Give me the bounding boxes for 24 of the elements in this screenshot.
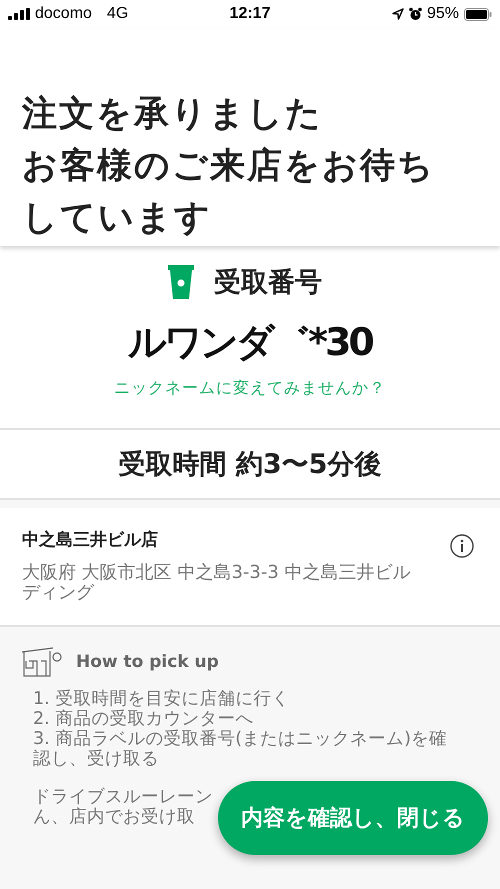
pickup-number-label: 受取番号 (214, 266, 322, 300)
pickup-step: 1. 受取時間を目安に店舗に行く (33, 689, 463, 709)
carrier-name: docomo (35, 5, 92, 23)
store-name: 中之島三井ビル店 (22, 529, 159, 551)
cup-icon (168, 265, 194, 299)
battery-icon (464, 8, 492, 20)
location-arrow-icon (392, 8, 404, 20)
drive-through-note: ドライブスルーレーン ん、店内でお受け取 (33, 787, 213, 827)
order-confirmed-title: 注文を承りました お客様のご来店をお待ち しています (22, 93, 436, 240)
clock-time: 12:17 (230, 5, 270, 23)
signal-icon (8, 8, 30, 20)
pickup-step: 3. 商品ラベルの受取番号(またはニックネーム)を確認し、受け取る (33, 729, 463, 769)
battery-percent: 95% (426, 5, 459, 23)
nickname-link[interactable]: ニックネームに変えてみませんか？ (114, 378, 386, 399)
pickup-time: 受取時間 約3〜5分後 (118, 448, 382, 482)
pickup-number: ルワンダ゛*30 (128, 319, 372, 366)
network-type: 4G (106, 5, 128, 23)
pickup-step: 2. 商品の受取カウンターへ (33, 709, 463, 729)
info-icon[interactable] (450, 534, 474, 558)
how-to-pick-up-heading: How to pick up (76, 652, 219, 672)
alarm-clock-icon (408, 7, 422, 21)
store-address: 大阪府 大阪市北区 中之島3-3-3 中之島三井ビルディング (22, 563, 412, 603)
confirm-close-button[interactable]: 内容を確認し、閉じる (218, 781, 488, 855)
store-front-icon (20, 647, 64, 677)
